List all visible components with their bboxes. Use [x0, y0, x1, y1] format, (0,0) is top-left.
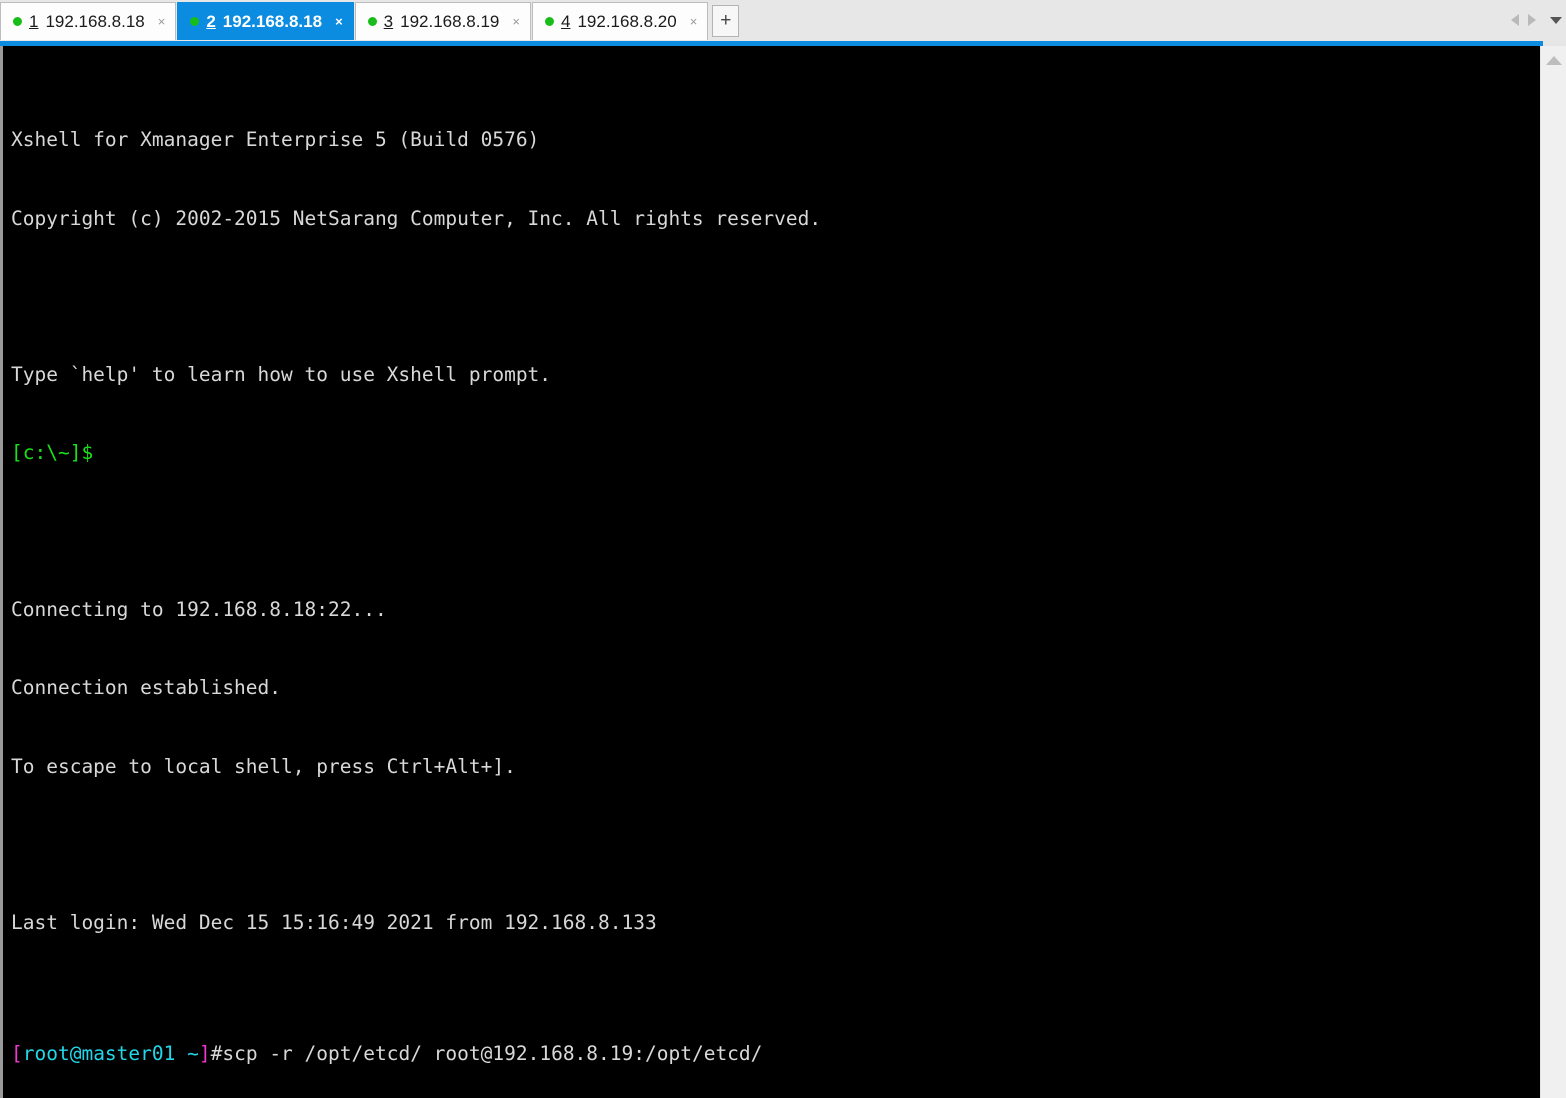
tab-4[interactable]: 4 192.168.8.20 × — [531, 2, 709, 40]
tab-list: 1 192.168.8.18 × 2 192.168.8.18 × 3 192.168.8.1… — [0, 0, 709, 40]
tab-label: 192.168.8.18 — [45, 11, 145, 31]
tab-label: 192.168.8.19 — [400, 11, 500, 31]
close-icon[interactable]: × — [335, 15, 343, 28]
tab-number: 1 — [29, 11, 39, 31]
tab-label: 192.168.8.18 — [222, 11, 323, 31]
close-icon[interactable]: × — [158, 15, 166, 28]
close-icon[interactable]: × — [512, 15, 520, 28]
escape-hint-line: To escape to local shell, press Ctrl+Alt… — [11, 754, 516, 778]
local-prompt: [c:\~]$ — [11, 441, 94, 465]
connecting-line: Connecting to 192.168.8.18:22... — [11, 597, 387, 621]
chevron-down-icon[interactable] — [1550, 17, 1562, 24]
tab-number: 3 — [383, 11, 394, 31]
tab-label: 192.168.8.20 — [577, 11, 677, 31]
tab-2[interactable]: 2 192.168.8.18 × — [177, 2, 354, 40]
banner-title: Xshell for Xmanager Enterprise 5 (Build … — [11, 128, 540, 152]
vertical-scrollbar[interactable] — [1540, 46, 1566, 1098]
terminal-output[interactable]: Xshell for Xmanager Enterprise 5 (Build … — [0, 46, 1540, 1098]
established-line: Connection established. — [11, 676, 282, 700]
tab-number: 2 — [206, 11, 216, 31]
chevron-right-icon[interactable] — [1528, 14, 1536, 26]
tab-scroll-controls — [1511, 14, 1536, 26]
close-icon[interactable]: × — [690, 15, 698, 28]
tab-number: 4 — [560, 11, 571, 31]
status-dot-icon — [544, 17, 554, 26]
status-dot-icon — [13, 17, 22, 26]
status-dot-icon — [367, 17, 377, 26]
terminal-area: Xshell for Xmanager Enterprise 5 (Build … — [0, 46, 1566, 1098]
tab-3[interactable]: 3 192.168.8.19 × — [354, 2, 531, 40]
prompt-line-1: [root@master01 ~]#scp -r /opt/etcd/ root… — [11, 1041, 763, 1065]
last-login-line: Last login: Wed Dec 15 15:16:49 2021 fro… — [11, 911, 657, 935]
new-tab-button[interactable]: + — [712, 5, 740, 37]
tab-bar: 1 192.168.8.18 × 2 192.168.8.18 × 3 192.168.8.1… — [0, 0, 1566, 41]
status-dot-icon — [190, 17, 200, 26]
scroll-up-icon[interactable] — [1545, 56, 1562, 65]
banner-copyright: Copyright (c) 2002-2015 NetSarang Comput… — [11, 206, 822, 230]
chevron-left-icon[interactable] — [1511, 14, 1519, 26]
banner-help-hint: Type `help' to learn how to use Xshell p… — [11, 363, 552, 387]
tab-1[interactable]: 1 192.168.8.18 × — [0, 2, 177, 40]
